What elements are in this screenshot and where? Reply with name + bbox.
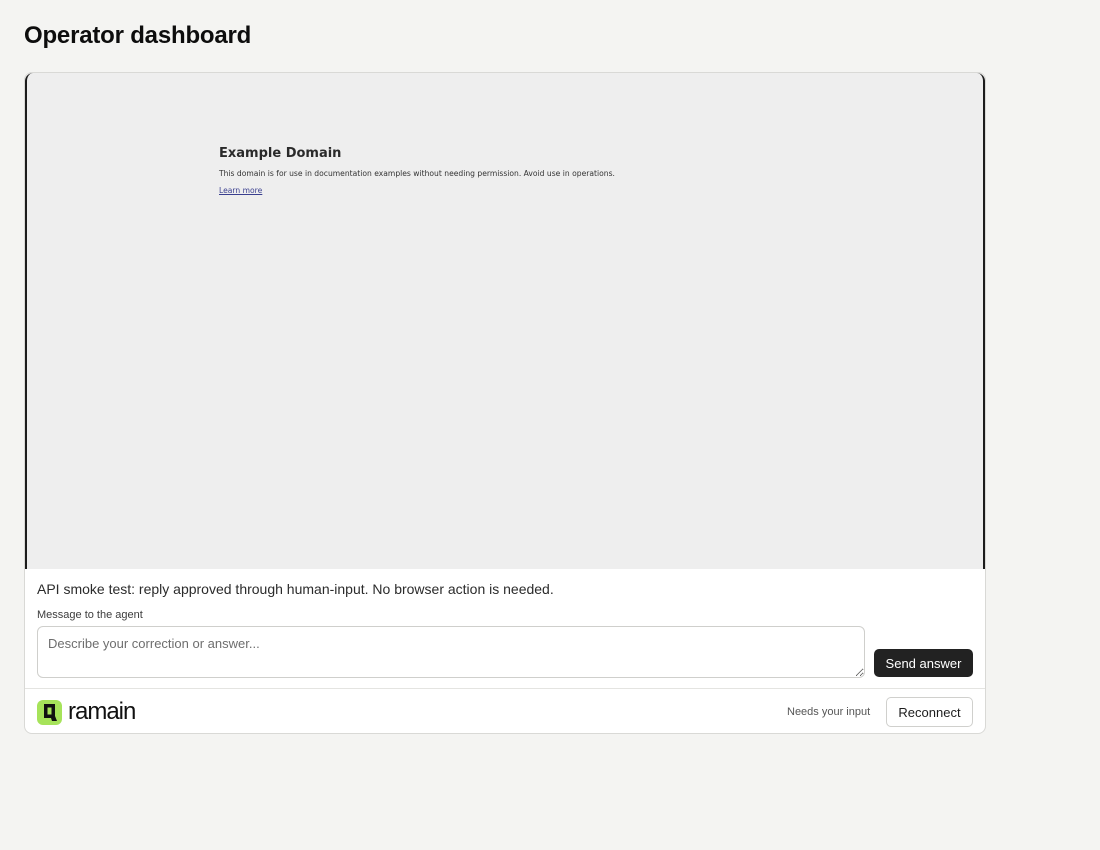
session-card: Example Domain This domain is for use in… bbox=[24, 72, 986, 734]
agent-message: API smoke test: reply approved through h… bbox=[37, 581, 554, 597]
viewport-heading: Example Domain bbox=[219, 146, 342, 161]
brand-logo: ramain bbox=[37, 698, 136, 725]
browser-viewport[interactable]: Example Domain This domain is for use in… bbox=[25, 73, 985, 569]
page-title: Operator dashboard bbox=[24, 22, 252, 49]
footer-divider bbox=[25, 688, 985, 689]
message-field-label: Message to the agent bbox=[37, 609, 143, 621]
ramain-logo-icon bbox=[37, 699, 62, 725]
answer-textarea[interactable] bbox=[37, 626, 865, 678]
viewport-learn-more-link[interactable]: Learn more bbox=[219, 186, 262, 195]
status-badge: Needs your input bbox=[787, 706, 871, 718]
send-answer-button[interactable]: Send answer bbox=[874, 649, 973, 677]
viewport-text: This domain is for use in documentation … bbox=[219, 169, 615, 178]
brand-name: ramain bbox=[68, 698, 136, 725]
reconnect-button[interactable]: Reconnect bbox=[886, 697, 973, 727]
